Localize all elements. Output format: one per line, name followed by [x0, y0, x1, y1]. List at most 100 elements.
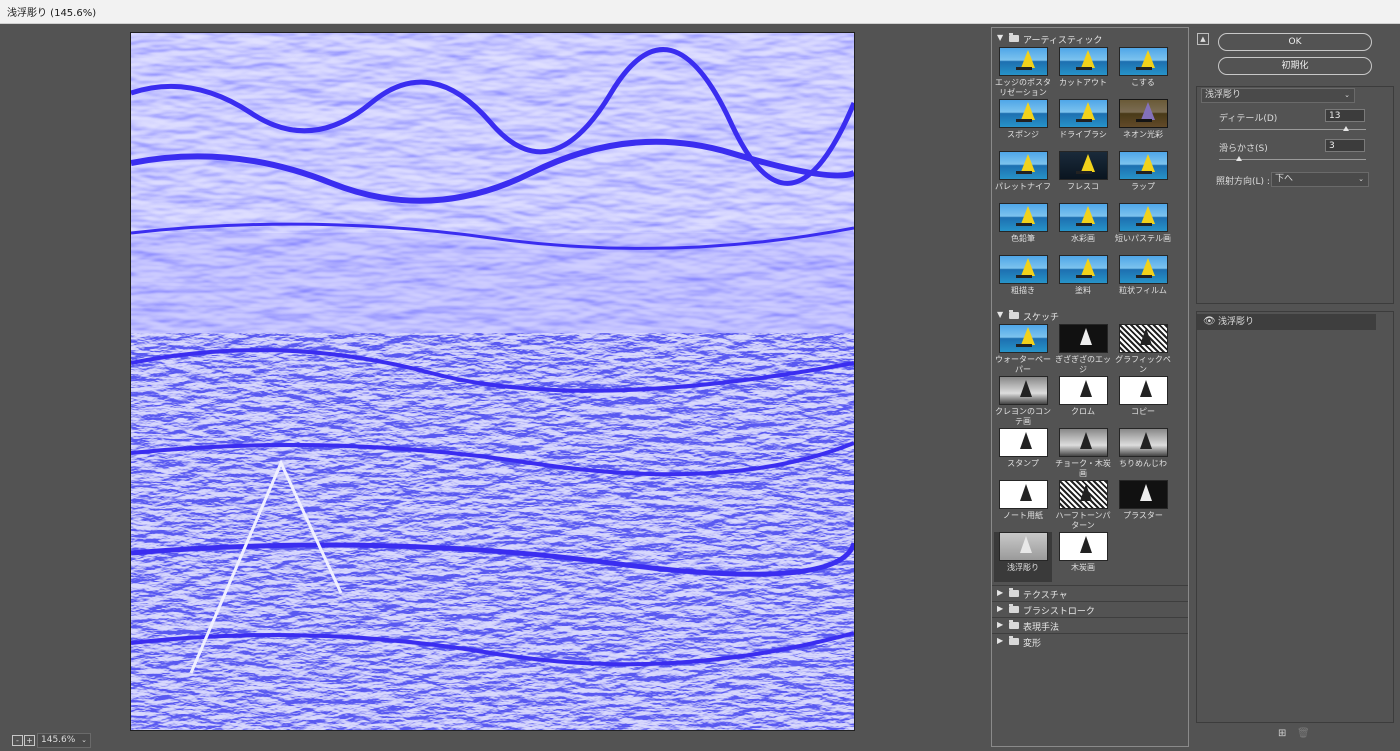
chevron-down-icon: ⌄	[1358, 175, 1364, 183]
folder-distort-label: 変形	[1023, 639, 1042, 649]
filter-thumbnail	[1058, 255, 1108, 284]
window-titlebar: 浅浮彫り (145.6%)	[0, 0, 1400, 24]
zoom-select[interactable]: 145.6% ⌄	[37, 733, 91, 748]
folder-artistic-label: アーティスティック	[1023, 36, 1103, 46]
filter-thumb[interactable]: カットアウト	[1054, 47, 1112, 88]
folder-texture-label: テクスチャ	[1023, 591, 1068, 601]
filter-thumb[interactable]: 粒状フィルム	[1114, 255, 1172, 296]
effect-layer-row[interactable]: 👁 浅浮彫り	[1197, 314, 1376, 330]
light-direction-value: 下へ	[1275, 174, 1294, 184]
effect-layer-label: 浅浮彫り	[1218, 317, 1255, 327]
collapsed-triangle-icon: ▶	[997, 588, 1004, 597]
reset-label: 初期化	[1281, 61, 1309, 71]
filter-thumbnail	[1118, 480, 1168, 509]
filter-thumb[interactable]: フレスコ	[1054, 151, 1112, 192]
filter-thumb[interactable]: ラップ	[1114, 151, 1172, 192]
detail-input[interactable]: 13	[1325, 109, 1365, 122]
chevron-down-icon: ⌄	[1344, 91, 1350, 99]
filter-thumb-selected[interactable]: 浅浮彫り	[994, 532, 1052, 582]
filter-thumb[interactable]: ちりめんじわ	[1114, 428, 1172, 469]
smoothness-input[interactable]: 3	[1325, 139, 1365, 152]
ok-button[interactable]: OK	[1218, 33, 1372, 51]
folder-texture[interactable]: ▶ テクスチャ	[992, 585, 1188, 601]
folder-artistic[interactable]: ▼ アーティスティック	[992, 31, 1188, 46]
collapse-icon: ▲	[1200, 35, 1206, 43]
filter-thumb[interactable]: プラスター	[1114, 480, 1172, 521]
filter-label: 粗描き	[1011, 286, 1035, 295]
filter-thumbnail	[998, 480, 1048, 509]
filter-thumb[interactable]: クロム	[1054, 376, 1112, 417]
preview-area[interactable]	[0, 24, 988, 731]
filter-thumb[interactable]: クレヨンのコンテ画	[994, 376, 1052, 427]
folder-icon	[1009, 620, 1019, 629]
smoothness-value: 3	[1329, 141, 1335, 151]
light-direction-select[interactable]: 下へ ⌄	[1271, 172, 1369, 187]
reset-button[interactable]: 初期化	[1218, 57, 1372, 75]
filter-thumb[interactable]: コピー	[1114, 376, 1172, 417]
filter-thumb[interactable]: ウォーターペーパー	[994, 324, 1052, 375]
filter-thumb[interactable]: パレットナイフ	[994, 151, 1052, 192]
folder-brush-strokes-label: ブラシストローク	[1023, 607, 1095, 617]
folder-sketch[interactable]: ▼ スケッチ	[992, 308, 1188, 323]
filter-thumbnail	[1058, 99, 1108, 128]
detail-slider-knob[interactable]	[1343, 126, 1350, 131]
filter-thumb[interactable]: ノート用紙	[994, 480, 1052, 521]
filter-label: グラフィックペン	[1115, 355, 1171, 374]
smoothness-slider-knob[interactable]	[1235, 156, 1242, 161]
filter-thumb[interactable]: 木炭画	[1054, 532, 1112, 573]
filter-label: クレヨンのコンテ画	[995, 407, 1051, 426]
folder-distort[interactable]: ▶ 変形	[992, 633, 1188, 649]
eye-icon[interactable]: 👁	[1203, 314, 1216, 330]
filter-thumb[interactable]: こする	[1114, 47, 1172, 88]
filter-thumb[interactable]: ネオン光彩	[1114, 99, 1172, 140]
filter-thumbnail	[998, 324, 1048, 353]
filter-thumbnail	[1058, 151, 1108, 180]
new-effect-layer-icon[interactable]: ⊞	[1278, 729, 1288, 739]
filter-label: チョーク・木炭画	[1055, 459, 1111, 478]
filter-thumb[interactable]: 粗描き	[994, 255, 1052, 296]
filter-thumbnail	[1118, 428, 1168, 457]
filter-label: 短いパステル画	[1115, 234, 1171, 243]
filter-label: ハーフトーンパターン	[1055, 511, 1111, 530]
filter-thumb[interactable]: グラフィックペン	[1114, 324, 1172, 375]
collapse-gallery-button[interactable]: ▲	[1197, 33, 1209, 45]
detail-value: 13	[1329, 111, 1341, 121]
filter-gallery[interactable]: ▼ アーティスティック エッジのポスタリゼーション カットアウト こする スポン…	[991, 27, 1189, 747]
filter-thumb[interactable]: 短いパステル画	[1114, 203, 1172, 244]
collapsed-triangle-icon: ▶	[997, 620, 1004, 629]
zoom-value: 145.6%	[41, 735, 76, 745]
filter-thumbnail	[1118, 376, 1168, 405]
folder-stylize[interactable]: ▶ 表現手法	[992, 617, 1188, 633]
filter-thumb[interactable]: ハーフトーンパターン	[1054, 480, 1112, 531]
filter-label: ラップ	[1131, 182, 1155, 191]
filter-label: ドライブラシ	[1059, 130, 1107, 139]
folder-stylize-label: 表現手法	[1023, 623, 1060, 633]
filter-label: ウォーターペーパー	[995, 355, 1051, 374]
delete-effect-layer-icon[interactable]: 🗑	[1297, 729, 1310, 739]
filter-thumbnail	[1118, 47, 1168, 76]
filter-thumb[interactable]: 水彩画	[1054, 203, 1112, 244]
filter-thumb[interactable]: 塗料	[1054, 255, 1112, 296]
filter-thumbnail	[998, 47, 1048, 76]
filter-label: 塗料	[1075, 286, 1091, 295]
filter-thumb[interactable]: 色鉛筆	[994, 203, 1052, 244]
filter-select[interactable]: 浅浮彫り ⌄	[1201, 88, 1355, 103]
folder-icon	[1009, 636, 1019, 645]
preview-canvas[interactable]	[130, 32, 855, 731]
filter-label: ノート用紙	[1003, 511, 1043, 520]
detail-label: ディテール(D)	[1219, 114, 1278, 124]
folder-brush-strokes[interactable]: ▶ ブラシストローク	[992, 601, 1188, 617]
zoom-in-button[interactable]: +	[24, 735, 35, 746]
filter-label: 水彩画	[1071, 234, 1095, 243]
filter-thumb[interactable]: チョーク・木炭画	[1054, 428, 1112, 479]
filter-thumb[interactable]: エッジのポスタリゼーション	[994, 47, 1052, 98]
filter-label: ネオン光彩	[1123, 130, 1163, 139]
filter-thumb[interactable]: ぎざぎざのエッジ	[1054, 324, 1112, 375]
filter-thumb[interactable]: ドライブラシ	[1054, 99, 1112, 140]
filter-thumbnail	[998, 428, 1048, 457]
ok-label: OK	[1288, 37, 1302, 47]
filter-thumb[interactable]: スタンプ	[994, 428, 1052, 469]
filter-thumb[interactable]: スポンジ	[994, 99, 1052, 140]
zoom-out-button[interactable]: -	[12, 735, 23, 746]
filter-thumbnail	[1058, 532, 1108, 561]
